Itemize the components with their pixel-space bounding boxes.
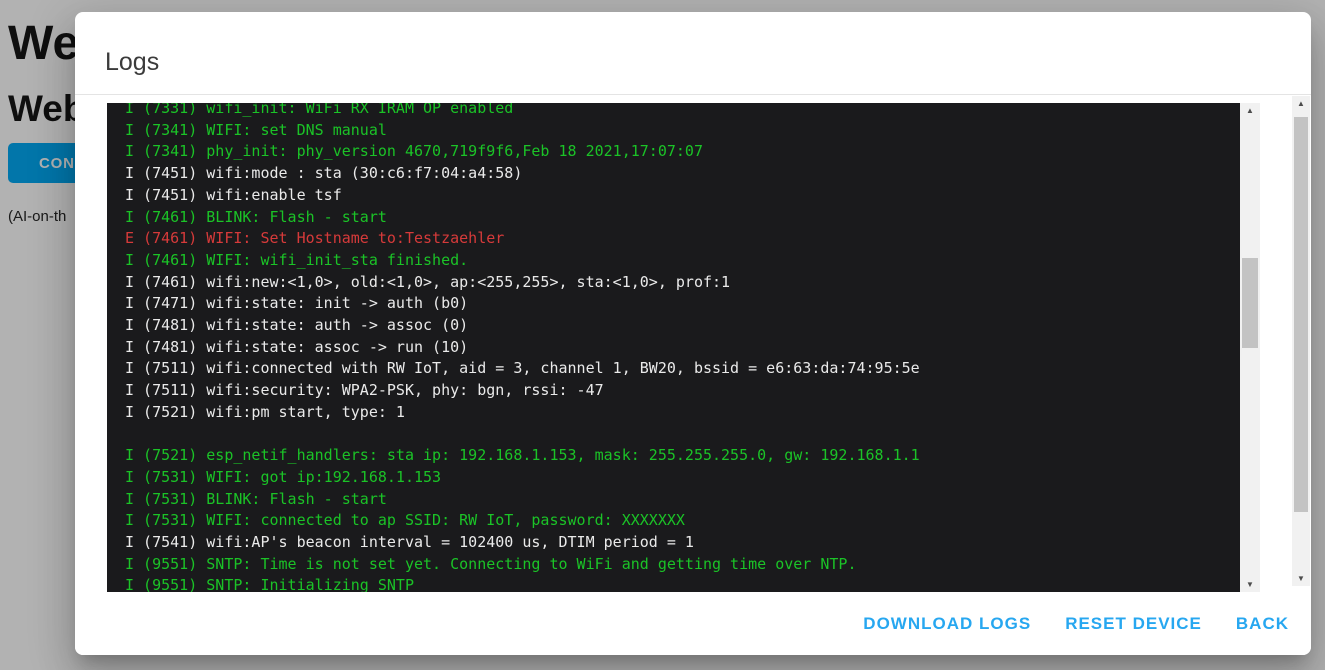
dialog-actions: DOWNLOAD LOGS RESET DEVICE BACK <box>75 592 1311 655</box>
log-scrollbar[interactable]: ▲ ▼ <box>1240 103 1260 592</box>
log-line: I (7451) wifi:enable tsf <box>125 185 1240 207</box>
log-line: I (7331) wifi_init: WiFi RX IRAM OP enab… <box>125 103 1240 120</box>
back-button[interactable]: BACK <box>1236 614 1289 634</box>
log-line: I (7481) wifi:state: assoc -> run (10) <box>125 337 1240 359</box>
dialog-title: Logs <box>105 48 159 77</box>
log-line: I (7451) wifi:mode : sta (30:c6:f7:04:a4… <box>125 163 1240 185</box>
log-line: I (7521) wifi:pm start, type: 1 <box>125 402 1240 424</box>
log-line: I (7531) WIFI: connected to ap SSID: RW … <box>125 510 1240 532</box>
log-line: I (7521) esp_netif_handlers: sta ip: 192… <box>125 445 1240 467</box>
header-divider <box>75 94 1311 95</box>
log-line: I (7461) WIFI: wifi_init_sta finished. <box>125 250 1240 272</box>
log-line: I (7541) wifi:AP's beacon interval = 102… <box>125 532 1240 554</box>
log-line: E (7461) WIFI: Set Hostname to:Testzaehl… <box>125 228 1240 250</box>
log-terminal[interactable]: I (7331) wifi_init: WiFi RX IRAM OP enab… <box>107 103 1240 592</box>
scroll-down-icon[interactable]: ▼ <box>1240 577 1260 592</box>
log-line: I (9551) SNTP: Time is not set yet. Conn… <box>125 554 1240 576</box>
log-scrollbar-thumb[interactable] <box>1242 258 1258 348</box>
log-line: I (9551) SNTP: Initializing SNTP <box>125 575 1240 592</box>
log-line: I (7341) WIFI: set DNS manual <box>125 120 1240 142</box>
download-logs-button[interactable]: DOWNLOAD LOGS <box>863 614 1031 634</box>
log-line: I (7481) wifi:state: auth -> assoc (0) <box>125 315 1240 337</box>
log-line <box>125 424 1240 446</box>
logs-dialog: Logs I (7331) wifi_init: WiFi RX IRAM OP… <box>75 12 1311 655</box>
reset-device-button[interactable]: RESET DEVICE <box>1065 614 1202 634</box>
scroll-down-icon[interactable]: ▼ <box>1292 571 1310 586</box>
scroll-up-icon[interactable]: ▲ <box>1292 96 1310 111</box>
log-line: I (7511) wifi:security: WPA2-PSK, phy: b… <box>125 380 1240 402</box>
dialog-scrollbar-thumb[interactable] <box>1294 117 1308 512</box>
log-line: I (7531) BLINK: Flash - start <box>125 489 1240 511</box>
log-line: I (7471) wifi:state: init -> auth (b0) <box>125 293 1240 315</box>
log-line: I (7531) WIFI: got ip:192.168.1.153 <box>125 467 1240 489</box>
log-line: I (7341) phy_init: phy_version 4670,719f… <box>125 141 1240 163</box>
dialog-scrollbar[interactable]: ▲ ▼ <box>1292 96 1310 586</box>
log-line: I (7461) BLINK: Flash - start <box>125 207 1240 229</box>
log-output: I (7331) wifi_init: WiFi RX IRAM OP enab… <box>107 103 1240 592</box>
log-line: I (7511) wifi:connected with RW IoT, aid… <box>125 358 1240 380</box>
log-line: I (7461) wifi:new:<1,0>, old:<1,0>, ap:<… <box>125 272 1240 294</box>
scroll-up-icon[interactable]: ▲ <box>1240 103 1260 118</box>
